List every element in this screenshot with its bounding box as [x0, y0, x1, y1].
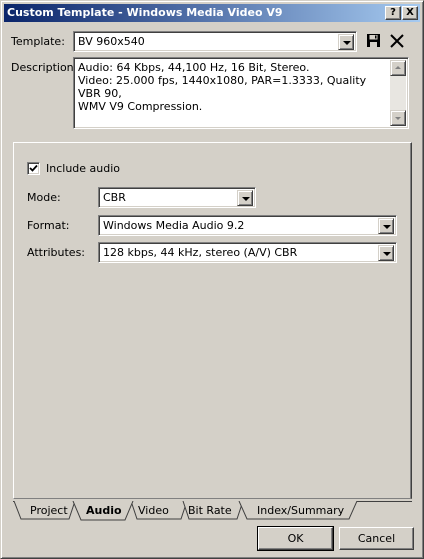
mode-select[interactable]: CBR: [98, 187, 256, 208]
tab-audio[interactable]: Audio: [86, 504, 122, 517]
audio-tab-panel: Include audio Mode: CBR Format: Windows …: [13, 142, 412, 499]
close-button[interactable]: X: [402, 6, 418, 20]
format-value: Windows Media Audio 9.2: [103, 219, 245, 232]
delete-template-button[interactable]: [388, 32, 406, 50]
delete-x-icon: [390, 34, 404, 48]
mode-dropdown-button[interactable]: [237, 190, 253, 206]
scroll-up-arrow-icon[interactable]: [390, 60, 406, 76]
ok-button[interactable]: OK: [257, 526, 334, 551]
cancel-button[interactable]: Cancel: [339, 527, 414, 550]
template-value: BV 960x540: [78, 35, 145, 48]
tab-index-summary[interactable]: Index/Summary: [257, 504, 344, 517]
help-button[interactable]: ?: [385, 6, 401, 20]
title-bar[interactable]: Custom Template - Windows Media Video V9…: [4, 4, 420, 22]
include-audio-label[interactable]: Include audio: [46, 162, 120, 175]
tab-video[interactable]: Video: [138, 504, 169, 517]
template-combobox[interactable]: BV 960x540: [73, 31, 357, 52]
description-textarea[interactable]: Audio: 64 Kbps, 44,100 Hz, 16 Bit, Stere…: [73, 57, 409, 129]
tab-strip: Project Audio Video Bit Rate Index/Summa…: [13, 501, 412, 521]
attributes-select[interactable]: 128 kbps, 44 kHz, stereo (A/V) CBR: [98, 242, 397, 263]
format-dropdown-button[interactable]: [378, 218, 394, 234]
format-label: Format:: [27, 219, 70, 232]
tab-project[interactable]: Project: [30, 504, 68, 517]
checkmark-icon: [29, 164, 38, 172]
include-audio-checkbox[interactable]: [27, 162, 40, 175]
attributes-label: Attributes:: [27, 246, 86, 259]
template-label: Template:: [11, 35, 65, 48]
mode-label: Mode:: [27, 191, 61, 204]
scroll-down-arrow-icon[interactable]: [390, 110, 406, 126]
description-text: Audio: 64 Kbps, 44,100 Hz, 16 Bit, Stere…: [78, 61, 367, 113]
window-title: Custom Template - Windows Media Video V9: [7, 6, 283, 19]
format-select[interactable]: Windows Media Audio 9.2: [98, 215, 397, 236]
floppy-disk-icon: [367, 34, 380, 47]
save-template-button[interactable]: [365, 32, 383, 50]
description-label: Description:: [11, 61, 78, 74]
tab-bit-rate[interactable]: Bit Rate: [188, 504, 232, 517]
description-scrollbar[interactable]: [390, 60, 406, 126]
attributes-value: 128 kbps, 44 kHz, stereo (A/V) CBR: [103, 246, 298, 259]
mode-value: CBR: [103, 191, 126, 204]
template-dropdown-button[interactable]: [338, 34, 354, 50]
dialog-window: Custom Template - Windows Media Video V9…: [0, 0, 424, 559]
attributes-dropdown-button[interactable]: [378, 245, 394, 261]
